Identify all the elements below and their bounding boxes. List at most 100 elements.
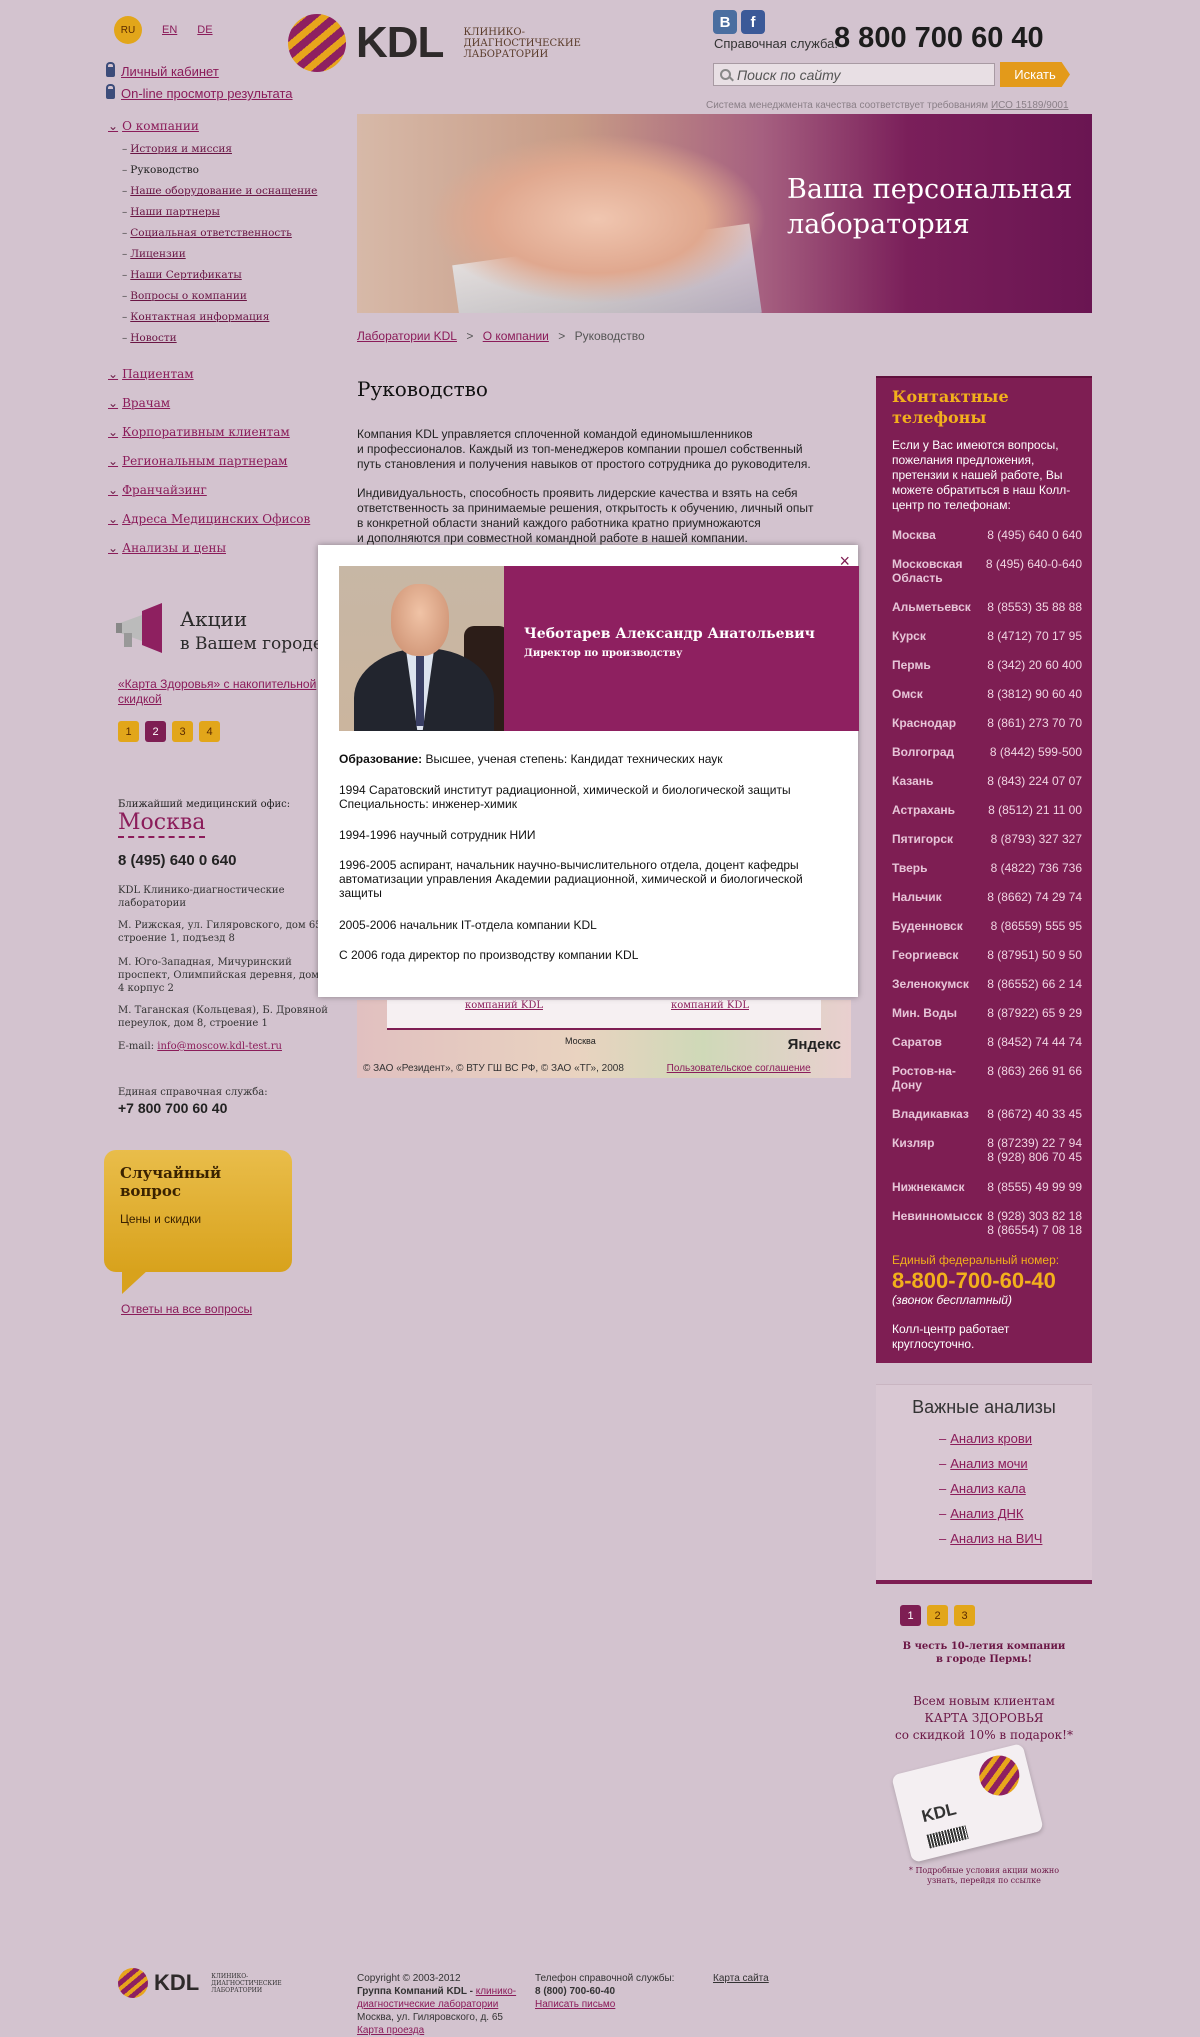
person-name: Чеботарев Александр Анатольевич xyxy=(524,626,815,642)
bio-1996-l1: 1996-2005 аспирант, начальник научно-выч… xyxy=(339,858,799,872)
personal-cabinet-link[interactable]: Личный кабинет xyxy=(106,61,219,79)
facebook-icon[interactable]: f xyxy=(741,10,765,34)
kdl-logo[interactable]: KDL КЛИНИКО- ДИАГНОСТИЧЕСКИЕ ЛАБОРАТОРИИ xyxy=(288,14,581,72)
nav-sub-licenses[interactable]: Лицензии xyxy=(122,248,185,260)
contact-phone: 8 (8442) 599-500 xyxy=(989,745,1082,759)
contact-phone: 8 (86552) 66 2 14 xyxy=(987,977,1082,991)
card-logo-ball xyxy=(975,1751,1024,1800)
nav-sub-contacts[interactable]: Контактная информация xyxy=(122,311,269,323)
lang-de[interactable]: DE xyxy=(197,24,212,36)
nav-regional[interactable]: Региональным партнерам xyxy=(108,454,287,468)
nearest-addr-2: М. Юго-Западная, Мичуринский проспект, О… xyxy=(118,957,320,994)
bio-1996-l3: защиты xyxy=(339,886,382,900)
megaphone-icon xyxy=(116,603,162,653)
contact-city: Пермь xyxy=(892,658,931,672)
nav-sub-partners[interactable]: Наши партнеры xyxy=(122,206,220,218)
callcenter-note: Колл-центр работает круглосуточно. xyxy=(892,1322,1010,1351)
nearest-addr-3: М. Таганская (Кольцевая), Б. Дровяной пе… xyxy=(118,1005,328,1029)
unified-label: Единая справочная служба: xyxy=(118,1087,268,1098)
service-label: Справочная служба: xyxy=(714,36,838,51)
analysis-stool[interactable]: Анализ кала xyxy=(939,1481,1026,1496)
search-input[interactable]: Поиск по сайту xyxy=(713,63,995,86)
logo-subtitle: КЛИНИКО- ДИАГНОСТИЧЕСКИЕ ЛАБОРАТОРИИ xyxy=(463,27,580,60)
footer-logo[interactable]: KDL КЛИНИКО- ДИАГНОСТИЧЕСКИЕ ЛАБОРАТОРИИ xyxy=(118,1968,282,1998)
right-page-2[interactable]: 2 xyxy=(927,1605,948,1626)
intro-paragraph-2: Индивидуальность, способность проявить л… xyxy=(357,486,847,546)
promo-page-3[interactable]: 3 xyxy=(172,721,193,742)
contact-phone: 8 (495) 640-0-640 xyxy=(985,557,1082,571)
contact-phone: 8 (8672) 40 33 45 xyxy=(987,1107,1082,1121)
email-link[interactable]: info@moscow.kdl-test.ru xyxy=(157,1041,282,1052)
service-phone: 8 800 700 60 40 xyxy=(834,22,1044,54)
contact-city: Пятигорск xyxy=(892,832,954,846)
map-agreement-link[interactable]: Пользовательское соглашение xyxy=(667,1063,811,1074)
promo-page-4[interactable]: 4 xyxy=(199,721,220,742)
analysis-dna[interactable]: Анализ ДНК xyxy=(939,1506,1023,1521)
nav-sub-certificates[interactable]: Наши Сертификаты xyxy=(122,269,242,281)
analysis-hiv[interactable]: Анализ на ВИЧ xyxy=(939,1531,1042,1546)
nav-sub-news[interactable]: Новости xyxy=(122,332,176,344)
contact-city: Краснодар xyxy=(892,716,957,730)
all-answers-link[interactable]: Ответы на все вопросы xyxy=(121,1302,252,1316)
search-button[interactable]: Искать xyxy=(1000,62,1070,87)
nearest-phone: 8 (495) 640 0 640 xyxy=(118,852,237,869)
nav-about[interactable]: О компании xyxy=(108,119,199,133)
hero-hands-image xyxy=(427,134,767,304)
footer-write-link[interactable]: Написать письмо xyxy=(535,1998,695,2011)
vk-icon[interactable]: В xyxy=(713,10,737,34)
promo-page-2[interactable]: 2 xyxy=(145,721,166,742)
footer-route-link[interactable]: Карта проезда xyxy=(357,2024,527,2037)
right-page-1[interactable]: 1 xyxy=(900,1605,921,1626)
right-page-3[interactable]: 3 xyxy=(954,1605,975,1626)
note-line-1: * Подробные условия акции можно xyxy=(908,1866,1060,1875)
random-question-text[interactable]: Цены и скидки xyxy=(120,1212,276,1226)
iso-link[interactable]: ИСО 15189/9001 xyxy=(991,100,1069,111)
nav-sub-social[interactable]: Социальная ответственность xyxy=(122,227,292,239)
map-link-1[interactable]: компаний KDL xyxy=(465,1000,543,1011)
crumb-current: Руководство xyxy=(574,329,645,343)
nav-corporate[interactable]: Корпоративным клиентам xyxy=(108,425,290,439)
nav-offices[interactable]: Адреса Медицинских Офисов xyxy=(108,512,310,526)
promo-page-1[interactable]: 1 xyxy=(118,721,139,742)
map-copyright: © ЗАО «Резидент», © ВТУ ГШ ВС РФ, © ЗАО … xyxy=(363,1063,624,1074)
footer-copyright-col: Copyright © 2003-2012 Группа Компаний KD… xyxy=(357,1972,527,2037)
nav-sub-history[interactable]: История и миссия xyxy=(122,143,232,155)
hero-banner: Ваша персональная лаборатория xyxy=(357,114,1092,313)
crumb-home[interactable]: Лаборатории KDL xyxy=(357,329,457,343)
promo-link[interactable]: «Карта Здоровья» с накопительной скидкой xyxy=(118,677,328,707)
lang-en[interactable]: EN xyxy=(162,24,177,36)
nav-patients[interactable]: Пациентам xyxy=(108,367,194,381)
perm-promo: В честь 10-летия компании в городе Пермь… xyxy=(876,1640,1092,1666)
office-map[interactable]: компаний KDL компаний KDL Москва Яндекс … xyxy=(357,1000,851,1078)
health-card-image[interactable]: KDL xyxy=(891,1743,1044,1863)
logo-sub-3: ЛАБОРАТОРИИ xyxy=(463,48,549,60)
nav-franchise[interactable]: Франчайзинг xyxy=(108,483,207,497)
p1-line-2: и профессионалов. Каждый из топ-менеджер… xyxy=(357,442,803,456)
footer-sitemap-link[interactable]: Карта сайта xyxy=(713,1972,769,1985)
bio-1994-l2: Специальность: инженер-химик xyxy=(339,797,517,811)
nav-sub-equipment[interactable]: Наше оборудование и оснащение xyxy=(122,185,317,197)
contact-phone: 8 (342) 20 60 400 xyxy=(987,658,1082,672)
lang-ru[interactable]: RU xyxy=(114,16,142,44)
map-popup: компаний KDL компаний KDL xyxy=(387,1000,821,1030)
nav-analyses[interactable]: Анализы и цены xyxy=(108,541,226,555)
promo-note: * Подробные условия акции можно узнать, … xyxy=(876,1866,1092,1886)
contact-phone: 8 (861) 273 70 70 xyxy=(987,716,1082,730)
analysis-urine[interactable]: Анализ мочи xyxy=(939,1456,1027,1471)
analysis-blood[interactable]: Анализ крови xyxy=(939,1431,1032,1446)
footer-group-label: Группа Компаний KDL - xyxy=(357,1986,473,1997)
nav-sub-management[interactable]: Руководство xyxy=(122,164,199,176)
nearest-office-label: Ближайший медицинский офис: xyxy=(118,799,291,810)
contacts-title-1: Контактные xyxy=(892,387,1009,406)
crumb-sep: > xyxy=(558,329,566,343)
online-results-link[interactable]: On-line просмотр результата xyxy=(106,83,293,101)
footer-copyright: Copyright © 2003-2012 xyxy=(357,1973,461,1984)
map-link-2[interactable]: компаний KDL xyxy=(671,1000,749,1011)
nav-patients-label: Пациентам xyxy=(108,367,194,381)
nearest-city[interactable]: Москва xyxy=(118,810,206,838)
crumb-about[interactable]: О компании xyxy=(483,329,549,343)
nav-doctors[interactable]: Врачам xyxy=(108,396,170,410)
nav-sub-questions[interactable]: Вопросы о компании xyxy=(122,290,247,302)
iso-text: Система менеджмента качества соответству… xyxy=(706,100,989,111)
contact-phone: 8 (8512) 21 11 00 xyxy=(988,803,1082,817)
